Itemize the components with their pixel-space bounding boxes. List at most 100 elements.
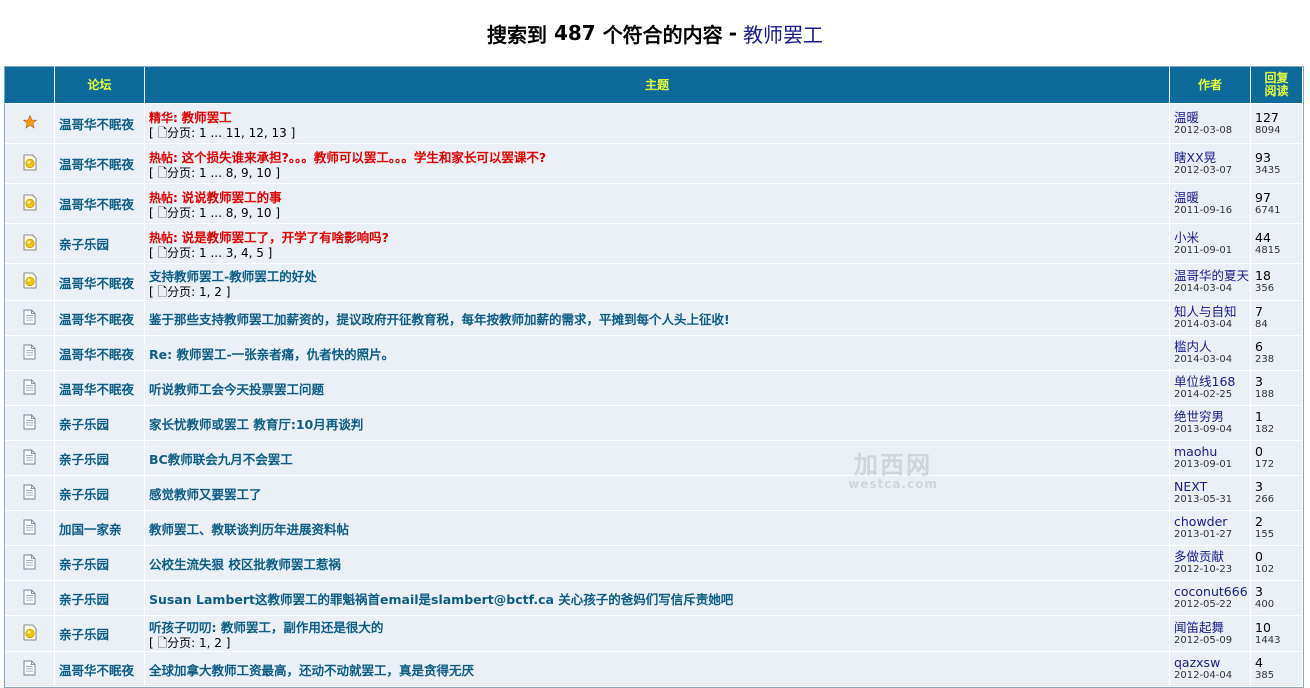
read-count: 8094 <box>1255 124 1281 136</box>
topic-link[interactable]: 教师罢工、教联谈判历年进展资料帖 <box>149 522 349 537</box>
forum-link[interactable]: 温哥华不眠夜 <box>59 382 134 397</box>
author-link[interactable]: 瞎XX晃 <box>1174 150 1246 165</box>
topic-link[interactable]: 这个损失谁来承担?。。。教师可以罢工。。。学生和家长可以罢课不? <box>182 150 547 165</box>
author-link[interactable]: 绝世穷男 <box>1174 410 1246 424</box>
topic-icon <box>23 449 36 468</box>
read-count: 188 <box>1255 389 1275 400</box>
topic-icon <box>23 519 36 538</box>
topic-link[interactable]: 支持教师罢工-教师罢工的好处 <box>149 269 317 284</box>
topic-pagination[interactable]: [ 🗋分页: 1 ... 8, 9, 10 ] <box>149 166 1165 180</box>
author-link[interactable]: 小米 <box>1174 230 1246 245</box>
topic-line: 热帖: 说是教师罢工了，开学了有啥影响吗? <box>149 227 1165 246</box>
topic-cell: 精华: 教师罢工[ 🗋分页: 1 ... 11, 12, 13 ] <box>145 104 1170 144</box>
search-result-heading: 搜索到 487 个符合的内容 - 教师罢工 <box>0 0 1310 66</box>
reply-count: 2 <box>1255 514 1263 529</box>
forum-link[interactable]: 亲子乐园 <box>59 487 109 502</box>
stats-cell: 10 1443 <box>1251 616 1303 652</box>
topic-prefix-badge: 热帖: <box>149 191 178 205</box>
post-date: 2013-01-27 <box>1174 529 1233 540</box>
topic-cell: BC教师联会九月不会罢工 <box>145 441 1170 476</box>
forum-link[interactable]: 亲子乐园 <box>59 557 109 572</box>
topic-link[interactable]: 说说教师罢工的事 <box>182 190 282 205</box>
topic-icon <box>23 660 36 679</box>
topic-link[interactable]: 感觉教师又要罢工了 <box>149 487 262 502</box>
author-cell: 知人与自知 2014-03-04 <box>1170 301 1251 336</box>
forum-link[interactable]: 温哥华不眠夜 <box>59 197 134 212</box>
topic-link[interactable]: 教师罢工 <box>182 110 232 125</box>
forum-link[interactable]: 亲子乐园 <box>59 592 109 607</box>
topic-cell: 公校生流失狠 校区批教师罢工惹祸 <box>145 546 1170 581</box>
forum-link[interactable]: 温哥华不眠夜 <box>59 117 134 132</box>
reply-count: 3 <box>1255 479 1263 494</box>
topic-line: 家长忧教师或罢工 教育厅:10月再谈判 <box>149 414 1165 433</box>
forum-link[interactable]: 温哥华不眠夜 <box>59 347 134 362</box>
topic-link[interactable]: 全球加拿大教师工资最高，还动不动就罢工，真是贪得无厌 <box>149 663 474 678</box>
reply-count: 10 <box>1255 619 1271 635</box>
topic-pagination[interactable]: [ 🗋分页: 1 ... 11, 12, 13 ] <box>149 126 1165 140</box>
topic-cell: Susan Lambert这教师罢工的罪魁祸首email是slambert@bc… <box>145 581 1170 616</box>
row-icon-cell <box>5 371 55 406</box>
author-link[interactable]: 知人与自知 <box>1174 305 1246 319</box>
forum-link[interactable]: 亲子乐园 <box>59 452 109 467</box>
topic-link[interactable]: Susan Lambert这教师罢工的罪魁祸首email是slambert@bc… <box>149 592 733 607</box>
author-cell: 绝世穷男 2013-09-04 <box>1170 406 1251 441</box>
post-date: 2012-03-08 <box>1174 124 1233 136</box>
read-count: 356 <box>1255 283 1275 294</box>
reply-count: 127 <box>1255 109 1279 125</box>
col-author-header: 作者 <box>1170 67 1251 104</box>
author-link[interactable]: 温暖 <box>1174 190 1246 205</box>
forum-cell: 温哥华不眠夜 <box>55 336 145 371</box>
forum-cell: 温哥华不眠夜 <box>55 371 145 406</box>
results-table: 论坛 主题 作者 回复 阅读 温哥华不眠夜 精华: 教师罢工[ 🗋分页: 1 ...… <box>4 66 1304 688</box>
topic-link[interactable]: 鉴于那些支持教师罢工加薪资的，提议政府开征教育税，每年按教师加薪的需求，平摊到每… <box>149 312 730 327</box>
topic-pagination[interactable]: [ 🗋分页: 1 ... 8, 9, 10 ] <box>149 206 1165 220</box>
author-link[interactable]: NEXT <box>1174 480 1246 494</box>
author-link[interactable]: maohu <box>1174 445 1246 459</box>
result-count: 487 <box>553 21 596 45</box>
topic-link[interactable]: 公校生流失狠 校区批教师罢工惹祸 <box>149 557 341 572</box>
author-cell: 温暖 2012-03-08 <box>1170 104 1251 144</box>
forum-link[interactable]: 亲子乐园 <box>59 417 109 432</box>
author-link[interactable]: 温暖 <box>1174 110 1246 125</box>
forum-cell: 温哥华不眠夜 <box>55 264 145 301</box>
forum-link[interactable]: 温哥华不眠夜 <box>59 312 134 327</box>
forum-link[interactable]: 亲子乐园 <box>59 237 109 252</box>
topic-link[interactable]: Re: 教师罢工-一张亲者痛，仇者快的照片。 <box>149 347 394 362</box>
author-link[interactable]: 闻笛起舞 <box>1174 620 1246 635</box>
topic-cell: Re: 教师罢工-一张亲者痛，仇者快的照片。 <box>145 336 1170 371</box>
topic-pagination[interactable]: [ 🗋分页: 1 ... 3, 4, 5 ] <box>149 246 1165 260</box>
author-link[interactable]: 多做贡献 <box>1174 550 1246 564</box>
post-date: 2012-10-23 <box>1174 564 1233 575</box>
topic-link[interactable]: 听孩子叨叨: 教师罢工，副作用还是很大的 <box>149 620 383 635</box>
table-header-row: 论坛 主题 作者 回复 阅读 <box>5 67 1303 104</box>
topic-link[interactable]: 家长忧教师或罢工 教育厅:10月再谈判 <box>149 417 363 432</box>
author-link[interactable]: coconut666 <box>1174 585 1248 599</box>
topic-cell: 热帖: 说说教师罢工的事[ 🗋分页: 1 ... 8, 9, 10 ] <box>145 184 1170 224</box>
author-link[interactable]: qazxsw <box>1174 656 1246 670</box>
author-link[interactable]: 槛内人 <box>1174 340 1246 354</box>
topic-pagination[interactable]: [ 🗋分页: 1, 2 ] <box>149 636 1165 650</box>
topic-link[interactable]: 听说教师工会今天投票罢工问题 <box>149 382 324 397</box>
topic-cell: 听说教师工会今天投票罢工问题 <box>145 371 1170 406</box>
row-icon-cell <box>5 441 55 476</box>
author-cell: chowder 2013-01-27 <box>1170 511 1251 546</box>
stats-cell: 4 385 <box>1251 652 1303 687</box>
topic-link[interactable]: 说是教师罢工了，开学了有啥影响吗? <box>182 230 389 245</box>
forum-link[interactable]: 温哥华不眠夜 <box>59 663 134 678</box>
author-link[interactable]: 单位线168 <box>1174 375 1246 389</box>
author-cell: maohu 2013-09-01 <box>1170 441 1251 476</box>
topic-link[interactable]: BC教师联会九月不会罢工 <box>149 452 293 467</box>
topic-pagination[interactable]: [ 🗋分页: 1, 2 ] <box>149 285 1165 299</box>
forum-cell: 亲子乐园 <box>55 441 145 476</box>
author-cell: qazxsw 2012-04-04 <box>1170 652 1251 687</box>
col-replies-header: 回复 <box>1264 71 1289 85</box>
author-link[interactable]: 温哥华的夏天 <box>1174 269 1249 283</box>
topic-line: 听孩子叨叨: 教师罢工，副作用还是很大的 <box>149 617 1165 636</box>
author-link[interactable]: chowder <box>1174 515 1246 529</box>
forum-link[interactable]: 温哥华不眠夜 <box>59 276 134 291</box>
table-row: 温哥华不眠夜 听说教师工会今天投票罢工问题 单位线168 2014-02-25 3 188 <box>5 371 1303 406</box>
forum-link[interactable]: 加国一家亲 <box>59 522 122 537</box>
forum-link[interactable]: 温哥华不眠夜 <box>59 157 134 172</box>
search-query: 教师罢工 <box>743 22 823 47</box>
forum-link[interactable]: 亲子乐园 <box>59 627 109 642</box>
